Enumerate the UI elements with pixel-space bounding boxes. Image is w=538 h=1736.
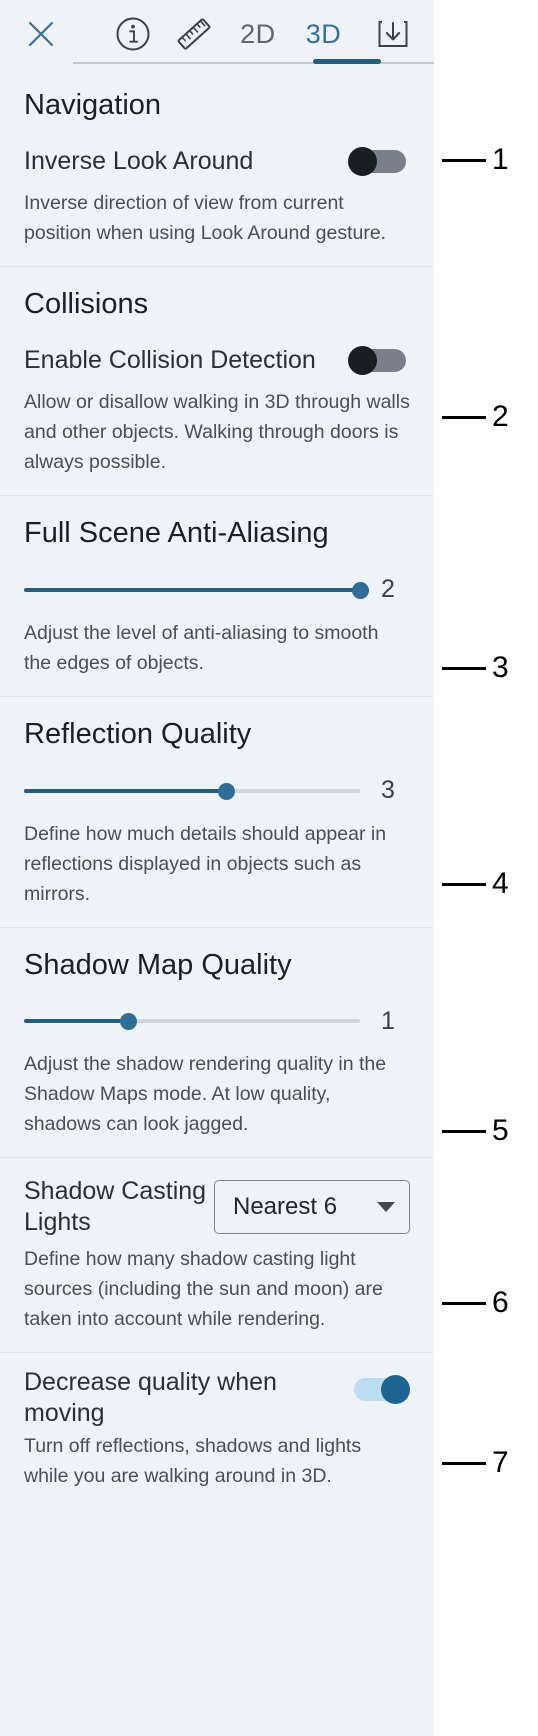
dropdown-value: Nearest 6 (233, 1193, 338, 1221)
callout-1: 1 (434, 145, 538, 175)
section-title: Collisions (24, 287, 149, 320)
section-navigation: Navigation Inverse Look Around Inverse d… (0, 68, 434, 266)
shadow-casting-lights-dropdown[interactable]: Nearest 6 (214, 1180, 410, 1235)
slider-fill (24, 1019, 129, 1024)
callout-number: 2 (492, 400, 509, 433)
callout-number: 4 (492, 867, 509, 900)
setting-description: Adjust the level of anti-aliasing to smo… (24, 621, 379, 674)
toolbar: 2D 3D (0, 0, 434, 68)
download-icon[interactable] (362, 8, 424, 60)
callout-leader (442, 1129, 486, 1133)
setting-row-shadow-casting-lights: Shadow Casting Lights Nearest 6 (24, 1158, 410, 1244)
close-icon[interactable] (18, 11, 64, 57)
callout-7: 7 (434, 1448, 538, 1478)
callout-number: 3 (492, 651, 509, 684)
setting-label: Shadow Casting Lights (24, 1177, 207, 1237)
callout-2: 2 (434, 402, 538, 432)
decrease-quality-toggle[interactable] (348, 1375, 410, 1405)
callout-4: 4 (434, 869, 538, 899)
callout-number: 7 (492, 1446, 509, 1479)
slider-fill (24, 788, 226, 793)
setting-description: Define how many shadow casting light sou… (24, 1248, 383, 1331)
slider-thumb[interactable] (217, 782, 235, 800)
3d-settings-panel: 2D 3D Navigation Inverse Look Around Inv… (0, 0, 434, 1736)
setting-description: Inverse direction of view from current p… (24, 191, 387, 244)
section-reflection-quality: Reflection Quality 3 Define how much det… (0, 695, 434, 927)
callout-6: 6 (434, 1288, 538, 1318)
setting-row-decrease-quality: Decrease quality when moving (24, 1353, 410, 1429)
section-title: Full Scene Anti-Aliasing (24, 516, 329, 549)
section-full-scene-anti-aliasing: Full Scene Anti-Aliasing 2 Adjust the le… (0, 494, 434, 696)
shadow-map-quality-slider[interactable] (24, 1007, 360, 1035)
section-title: Reflection Quality (24, 717, 252, 750)
toggle-knob (381, 1375, 410, 1405)
callout-leader (442, 666, 486, 670)
setting-row-reflection-quality: 3 (24, 763, 410, 819)
setting-description: Turn off reflections, shadows and lights… (24, 1435, 362, 1488)
callout-leader (442, 415, 486, 419)
toggle-knob (348, 146, 377, 176)
info-circle-icon[interactable] (102, 8, 164, 60)
setting-row-shadow-map-quality: 1 (24, 993, 410, 1049)
callout-3: 3 (434, 653, 538, 683)
slider-thumb[interactable] (120, 1013, 138, 1031)
callout-leader (442, 1301, 486, 1305)
slider-fill (24, 587, 360, 592)
chevron-down-icon (377, 1202, 395, 1213)
setting-label: Decrease quality when moving (24, 1368, 277, 1428)
ruler-icon[interactable] (163, 8, 225, 60)
slider-thumb[interactable] (352, 581, 369, 599)
setting-description: Define how much details should appear in… (24, 822, 387, 905)
shadow-map-quality-value: 1 (381, 1006, 395, 1035)
inverse-look-around-toggle[interactable] (348, 146, 410, 176)
section-shadow-casting-lights: Shadow Casting Lights Nearest 6 Define h… (0, 1157, 434, 1352)
callout-leader (442, 1461, 486, 1465)
section-shadow-map-quality: Shadow Map Quality 1 Adjust the shadow r… (0, 926, 434, 1158)
setting-row-enable-collision-detection: Enable Collision Detection (24, 333, 410, 387)
callout-leader (442, 882, 486, 886)
setting-label: Inverse Look Around (24, 146, 254, 175)
section-collisions: Collisions Enable Collision Detection Al… (0, 265, 434, 495)
section-decrease-quality-when-moving: Decrease quality when moving Turn off re… (0, 1352, 434, 1509)
section-title: Shadow Map Quality (24, 948, 292, 981)
setting-row-inverse-look-around: Inverse Look Around (24, 134, 410, 188)
setting-description: Allow or disallow walking in 3D through … (24, 390, 410, 473)
callout-number: 6 (492, 1286, 509, 1319)
reflection-quality-value: 3 (381, 776, 395, 805)
active-tab-indicator (313, 59, 381, 64)
tab-2d[interactable]: 2D (225, 8, 291, 60)
tab-3d[interactable]: 3D (291, 8, 357, 60)
callout-number: 1 (492, 143, 509, 176)
setting-label: Enable Collision Detection (24, 345, 316, 374)
enable-collision-detection-toggle[interactable] (348, 345, 410, 375)
setting-description: Adjust the shadow rendering quality in t… (24, 1053, 387, 1136)
settings-panel-screenshot: 2D 3D Navigation Inverse Look Around Inv… (0, 0, 538, 1736)
callout-5: 5 (434, 1116, 538, 1146)
section-title: Navigation (24, 89, 162, 121)
reflection-quality-slider[interactable] (24, 777, 360, 805)
toggle-knob (348, 345, 377, 375)
anti-aliasing-slider[interactable] (24, 576, 369, 604)
callout-number: 5 (492, 1114, 509, 1147)
setting-row-anti-aliasing: 2 (24, 562, 410, 618)
callout-leader (442, 158, 486, 162)
